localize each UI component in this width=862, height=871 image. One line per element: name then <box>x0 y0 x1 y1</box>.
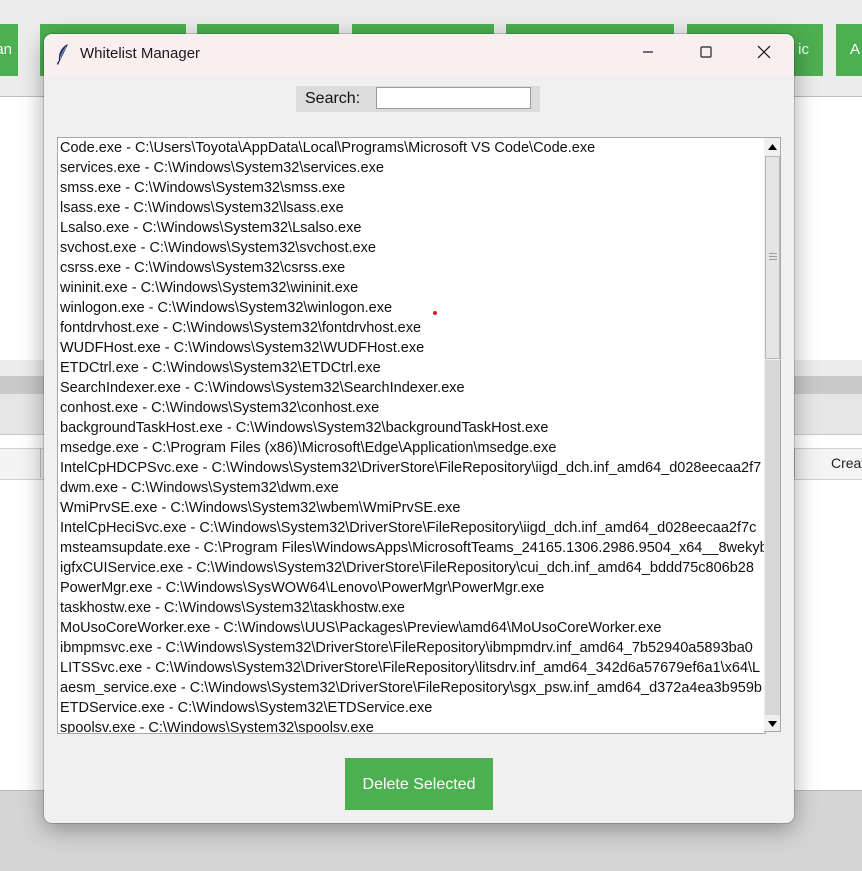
search-input[interactable] <box>376 87 531 109</box>
table-header-cell[interactable] <box>0 448 41 478</box>
list-item[interactable]: MoUsoCoreWorker.exe - C:\Windows\UUS\Pac… <box>58 618 765 638</box>
grip-line <box>769 259 777 260</box>
list-item[interactable]: aesm_service.exe - C:\Windows\System32\D… <box>58 678 765 698</box>
list-item[interactable]: SearchIndexer.exe - C:\Windows\System32\… <box>58 378 765 398</box>
list-item[interactable]: LITSSvc.exe - C:\Windows\System32\Driver… <box>58 658 765 678</box>
list-item[interactable]: IntelCpHDCPSvc.exe - C:\Windows\System32… <box>58 458 765 478</box>
scroll-track[interactable] <box>765 360 780 715</box>
list-item[interactable]: csrss.exe - C:\Windows\System32\csrss.ex… <box>58 258 765 278</box>
feather-icon <box>56 43 70 65</box>
table-header-created[interactable]: Creat <box>794 448 862 478</box>
list-item[interactable]: fontdrvhost.exe - C:\Windows\System32\fo… <box>58 318 765 338</box>
list-item[interactable]: igfxCUIService.exe - C:\Windows\System32… <box>58 558 765 578</box>
listbox-scrollbar[interactable] <box>764 137 781 732</box>
minimize-button[interactable] <box>619 34 677 74</box>
title-bar[interactable]: Whitelist Manager <box>44 34 794 74</box>
close-icon <box>757 45 771 64</box>
list-item[interactable]: Code.exe - C:\Users\Toyota\AppData\Local… <box>58 138 765 158</box>
list-item[interactable]: services.exe - C:\Windows\System32\servi… <box>58 158 765 178</box>
list-item[interactable]: dwm.exe - C:\Windows\System32\dwm.exe <box>58 478 765 498</box>
list-item[interactable]: winlogon.exe - C:\Windows\System32\winlo… <box>58 298 765 318</box>
list-item[interactable]: WmiPrvSE.exe - C:\Windows\System32\wbem\… <box>58 498 765 518</box>
minimize-icon <box>642 45 654 63</box>
scroll-thumb[interactable] <box>765 156 780 359</box>
list-item[interactable]: PowerMgr.exe - C:\Windows\SysWOW64\Lenov… <box>58 578 765 598</box>
list-item[interactable]: spoolsv.exe - C:\Windows\System32\spools… <box>58 718 765 733</box>
list-item[interactable]: IntelCpHeciSvc.exe - C:\Windows\System32… <box>58 518 765 538</box>
list-item[interactable]: WUDFHost.exe - C:\Windows\System32\WUDFH… <box>58 338 765 358</box>
close-button[interactable] <box>735 34 793 74</box>
grip-line <box>769 256 777 257</box>
list-item[interactable]: ETDService.exe - C:\Windows\System32\ETD… <box>58 698 765 718</box>
delete-selected-button[interactable]: Delete Selected <box>345 758 493 810</box>
arrow-up-icon <box>768 137 777 155</box>
cursor-marker <box>433 311 437 315</box>
scroll-down-button[interactable] <box>765 715 780 731</box>
list-item[interactable]: svchost.exe - C:\Windows\System32\svchos… <box>58 238 765 258</box>
grip-line <box>769 253 777 254</box>
list-item[interactable]: smss.exe - C:\Windows\System32\smss.exe <box>58 178 765 198</box>
search-bar: Search: <box>296 86 540 112</box>
maximize-icon <box>700 45 712 63</box>
whitelist-listbox[interactable]: Code.exe - C:\Users\Toyota\AppData\Local… <box>57 137 766 734</box>
list-item[interactable]: msteamsupdate.exe - C:\Program Files\Win… <box>58 538 765 558</box>
list-item[interactable]: taskhostw.exe - C:\Windows\System32\task… <box>58 598 765 618</box>
list-item[interactable]: Lsalso.exe - C:\Windows\System32\Lsalso.… <box>58 218 765 238</box>
list-item[interactable]: conhost.exe - C:\Windows\System32\conhos… <box>58 398 765 418</box>
scroll-up-button[interactable] <box>765 138 780 154</box>
list-item[interactable]: ETDCtrl.exe - C:\Windows\System32\ETDCtr… <box>58 358 765 378</box>
list-item[interactable]: msedge.exe - C:\Program Files (x86)\Micr… <box>58 438 765 458</box>
list-item[interactable]: wininit.exe - C:\Windows\System32\winini… <box>58 278 765 298</box>
toolbar-button-7[interactable]: A <box>836 24 862 76</box>
arrow-down-icon <box>768 714 777 732</box>
window-title: Whitelist Manager <box>80 45 201 62</box>
list-item[interactable]: ibmpmsvc.exe - C:\Windows\System32\Drive… <box>58 638 765 658</box>
whitelist-manager-dialog: Whitelist Manager Search: Code.exe - C:\… <box>44 34 794 823</box>
list-item[interactable]: lsass.exe - C:\Windows\System32\lsass.ex… <box>58 198 765 218</box>
toolbar-button-1[interactable]: an <box>0 24 18 76</box>
maximize-button[interactable] <box>677 34 735 74</box>
list-item[interactable]: backgroundTaskHost.exe - C:\Windows\Syst… <box>58 418 765 438</box>
search-label: Search: <box>305 90 361 107</box>
